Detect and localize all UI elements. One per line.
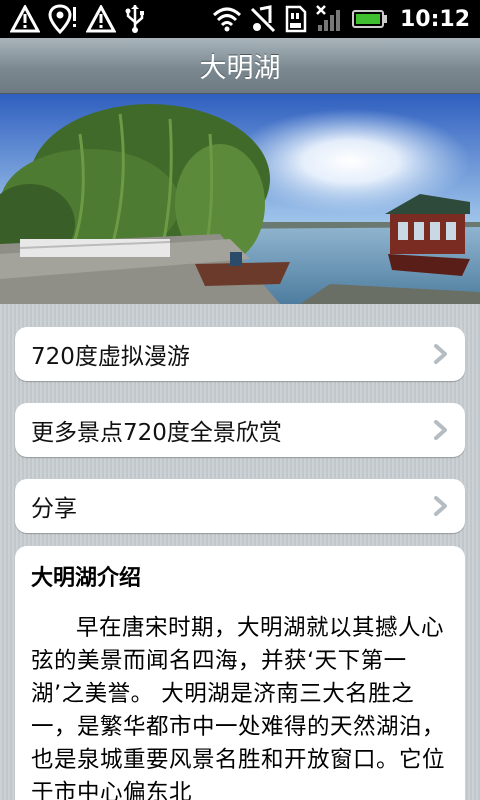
intro-card: 大明湖介绍 早在唐宋时期，大明湖就以其撼人心弦的美景而闻名四海，并获‘天下第一湖… [15, 546, 465, 800]
title-bar: 大明湖 [0, 38, 480, 94]
battery-icon [351, 4, 388, 34]
virtual-tour-label: 720度虚拟漫游 [31, 344, 190, 370]
wifi-icon [212, 4, 242, 34]
clock: 10:12 [399, 6, 470, 32]
content-area: 720度虚拟漫游 更多景点720度全景欣赏 分享 大明湖介绍 早在唐宋时期，大明… [0, 304, 480, 800]
chevron-right-icon [434, 420, 447, 440]
notification-icons [10, 4, 146, 34]
music-off-icon [250, 4, 276, 34]
sd-card-icon [284, 4, 308, 34]
more-spots-label: 更多景点720度全景欣赏 [31, 420, 282, 446]
warning-icon [10, 4, 40, 34]
intro-heading: 大明湖介绍 [31, 566, 142, 591]
usb-icon [124, 4, 146, 34]
chevron-right-icon [434, 344, 447, 364]
virtual-tour-button[interactable]: 720度虚拟漫游 [15, 327, 465, 381]
chevron-right-icon [434, 496, 447, 516]
no-signal-icon [316, 4, 344, 34]
status-bar: 10:12 [0, 0, 480, 38]
page-title: 大明湖 [199, 53, 281, 84]
share-label: 分享 [31, 496, 77, 522]
more-spots-button[interactable]: 更多景点720度全景欣赏 [15, 403, 465, 457]
warning-icon [86, 4, 116, 34]
location-alert-icon [48, 4, 78, 34]
lake-panorama-image[interactable] [0, 94, 480, 304]
intro-body: 早在唐宋时期，大明湖就以其撼人心弦的美景而闻名四海，并获‘天下第一湖’之美誉。 … [31, 615, 446, 800]
system-icons: 10:12 [212, 4, 470, 34]
share-button[interactable]: 分享 [15, 479, 465, 533]
